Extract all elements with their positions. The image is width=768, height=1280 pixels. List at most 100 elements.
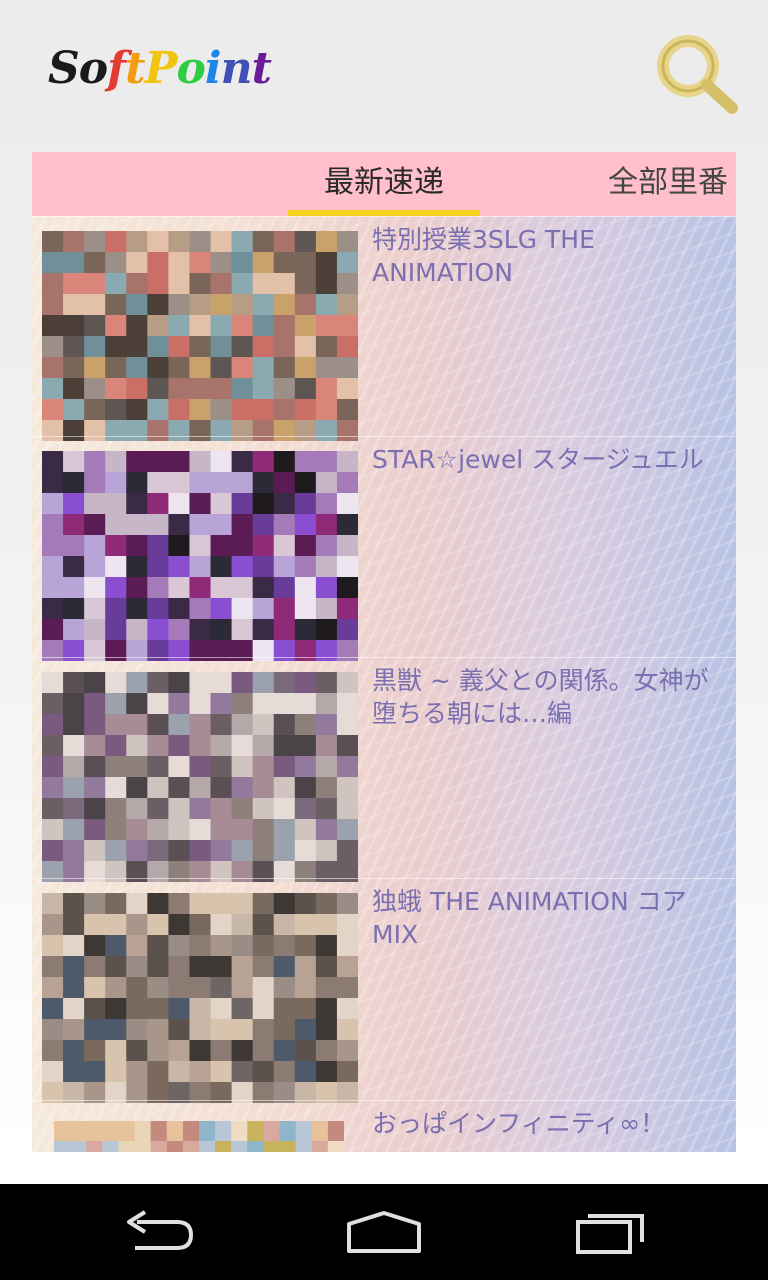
mosaic-pixel [315, 451, 338, 473]
mosaic-pixel [150, 1121, 168, 1142]
mosaic-pixel [126, 893, 148, 915]
mosaic-pixel [105, 378, 127, 400]
mosaic-pixel [126, 998, 148, 1020]
mosaic-pixel [147, 756, 169, 778]
mosaic-pixel [327, 1141, 344, 1152]
mosaic-pixel [105, 914, 127, 936]
mosaic-pixel [336, 935, 358, 957]
mosaic-pixel [189, 777, 212, 799]
mosaic-pixel [273, 1061, 296, 1083]
mosaic-pixel [252, 252, 275, 274]
mosaic-pixel [84, 756, 106, 778]
mosaic-pixel [42, 493, 64, 515]
search-button[interactable] [652, 30, 742, 114]
mosaic-pixel [231, 893, 254, 915]
mosaic-pixel [189, 294, 212, 316]
mosaic-pixel [315, 777, 338, 799]
home-button[interactable] [339, 1204, 429, 1260]
mosaic-pixel [54, 1141, 71, 1152]
mosaic-pixel [315, 977, 338, 999]
mosaic-pixel [126, 556, 148, 578]
mosaic-pixel [126, 914, 148, 936]
mosaic-pixel [210, 315, 233, 337]
mosaic-pixel [126, 1061, 148, 1083]
list-item[interactable]: STAR☆jewel スタージュエル [32, 436, 736, 661]
list-item[interactable]: 特別授業3SLG THE ANIMATION [32, 216, 736, 441]
search-icon [657, 35, 738, 114]
mosaic-pixel [210, 777, 233, 799]
mosaic-pixel [294, 998, 317, 1020]
mosaic-pixel [126, 1040, 148, 1062]
mosaic-pixel [210, 756, 233, 778]
mosaic-pixel [168, 756, 191, 778]
mosaic-pixel [273, 1040, 296, 1062]
mosaic-pixel [252, 798, 275, 820]
mosaic-pixel [210, 514, 233, 536]
mosaic-pixel [84, 1040, 106, 1062]
mosaic-pixel [84, 819, 106, 841]
mosaic-pixel [336, 399, 358, 421]
mosaic-pixel [315, 1019, 338, 1041]
mosaic-pixel [231, 451, 254, 473]
mosaic-pixel [168, 777, 191, 799]
mosaic-pixel [42, 577, 64, 599]
mosaic-pixel [294, 378, 317, 400]
mosaic-pixel [294, 493, 317, 515]
list-item[interactable]: おっぱインフィニティ∞！ [32, 1100, 736, 1152]
mosaic-pixel [336, 577, 358, 599]
mosaic-pixel [231, 819, 254, 841]
mosaic-pixel [168, 956, 191, 978]
mosaic-pixel [126, 336, 148, 358]
mosaic-pixel [84, 998, 106, 1020]
mosaic-pixel [63, 556, 85, 578]
mosaic-pixel [189, 893, 212, 915]
mosaic-pixel [166, 1141, 184, 1152]
tab-all[interactable]: 全部里番 [608, 152, 728, 216]
mosaic-pixel [84, 231, 106, 253]
mosaic-pixel [252, 819, 275, 841]
mosaic-pixel [315, 998, 338, 1020]
mosaic-pixel [105, 598, 127, 620]
mosaic-pixel [294, 956, 317, 978]
mosaic-pixel [105, 252, 127, 274]
mosaic-pixel [336, 798, 358, 820]
mosaic-pixel [252, 231, 275, 253]
mosaic-pixel [147, 493, 169, 515]
mosaic-pixel [168, 998, 191, 1020]
mosaic-pixel [247, 1121, 265, 1142]
mosaic-pixel [54, 1121, 71, 1142]
mosaic-pixel [231, 535, 254, 557]
mosaic-pixel [294, 357, 317, 379]
mosaic-pixel [273, 619, 296, 641]
mosaic-pixel [84, 493, 106, 515]
mosaic-pixel [336, 777, 358, 799]
list-item[interactable]: 黒獣 ~ 義父との関係。女神が堕ちる朝には…編 [32, 657, 736, 882]
mosaic-pixel [42, 294, 64, 316]
back-button[interactable] [115, 1204, 205, 1260]
mosaic-pixel [105, 935, 127, 957]
mosaic-pixel [168, 336, 191, 358]
mosaic-pixel [231, 619, 254, 641]
mosaic-pixel [84, 472, 106, 494]
mosaic-pixel [189, 315, 212, 337]
list-item[interactable]: 独蛾 THE ANIMATION コアMIX [32, 878, 736, 1103]
mosaic-pixel [86, 1141, 103, 1152]
mosaic-pixel [215, 1141, 232, 1152]
mosaic-pixel [147, 1040, 169, 1062]
tab-latest[interactable]: 最新速递 [288, 152, 480, 216]
mosaic-pixel [42, 619, 64, 641]
mosaic-pixel [336, 1061, 358, 1083]
video-list[interactable]: 特別授業3SLG THE ANIMATION STAR☆jewel スタージュエ… [32, 216, 736, 1152]
mosaic-pixel [147, 252, 169, 274]
mosaic-pixel [147, 693, 169, 715]
logo-letter: n [220, 43, 253, 94]
mosaic-pixel [273, 977, 296, 999]
mosaic-pixel [126, 294, 148, 316]
mosaic-pixel [42, 914, 64, 936]
mosaic-pixel [210, 798, 233, 820]
recent-apps-button[interactable] [566, 1204, 656, 1260]
mosaic-pixel [336, 1040, 358, 1062]
mosaic-pixel [189, 756, 212, 778]
mosaic-pixel [336, 672, 358, 694]
mosaic-pixel [84, 336, 106, 358]
